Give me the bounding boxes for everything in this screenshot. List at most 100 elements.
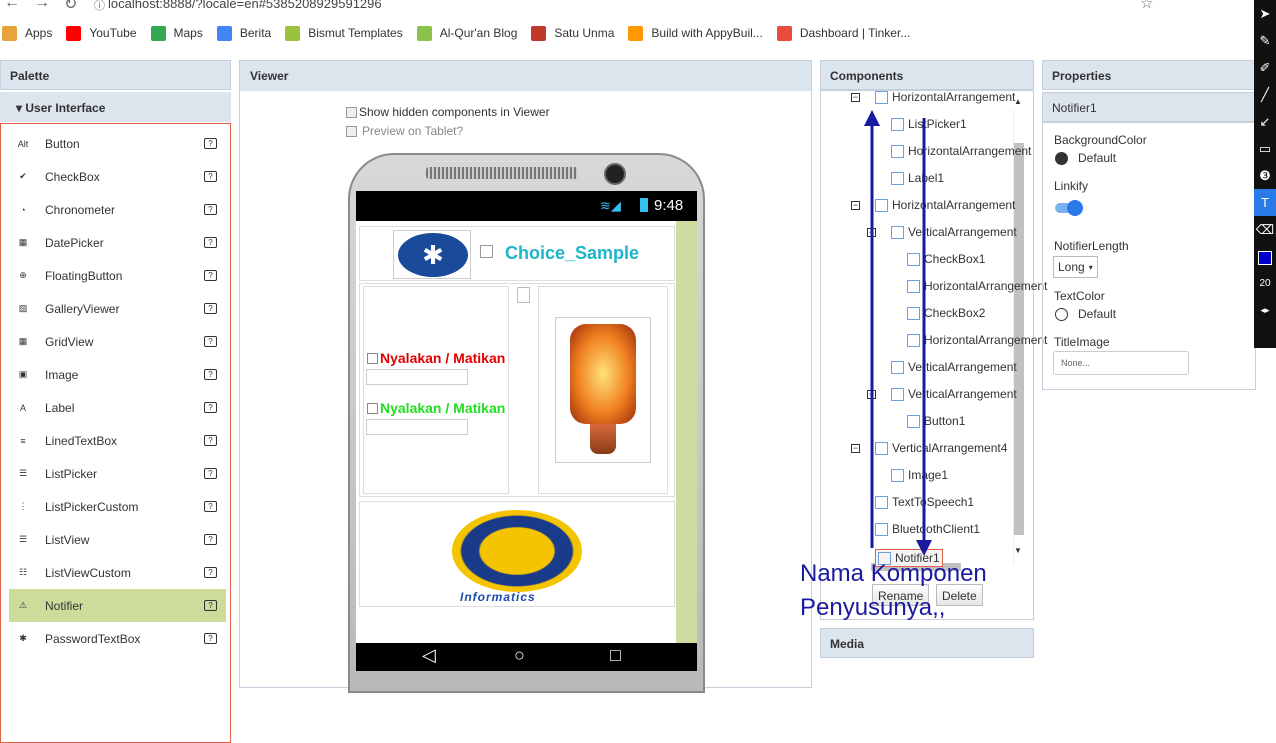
help-icon[interactable]: ? xyxy=(204,534,217,545)
phone-screen: ≋◢ 9:48 ✱ Choice_Sample Nyalakan / Matik… xyxy=(356,191,697,671)
highlighter-icon[interactable]: ✐ xyxy=(1254,54,1276,81)
info-icon[interactable]: ⓘ xyxy=(94,0,105,13)
help-icon[interactable]: ? xyxy=(204,336,217,347)
palette-item-galleryviewer[interactable]: ▨ GalleryViewer? xyxy=(9,292,226,325)
palette-item-label: Notifier xyxy=(45,598,84,613)
properties-body: BackgroundColor Default Linkify Notifier… xyxy=(1042,122,1256,390)
title-image-field[interactable]: None... xyxy=(1053,351,1189,375)
header-arrangement: ✱ Choice_Sample xyxy=(359,226,675,281)
palette-item-listviewcustom[interactable]: ☷ ListViewCustom? xyxy=(9,556,226,589)
palette-item-datepicker[interactable]: ▦ DatePicker? xyxy=(9,226,226,259)
collapse-toggle-icon[interactable]: − xyxy=(851,93,860,102)
help-icon[interactable]: ? xyxy=(204,501,217,512)
counter-icon[interactable]: ❸ xyxy=(1254,162,1276,189)
text-tool-icon[interactable]: T xyxy=(1254,189,1276,216)
background-color-picker[interactable]: Default xyxy=(1055,151,1116,165)
palette-item-checkbox[interactable]: ✔ CheckBox? xyxy=(9,160,226,193)
palette-item-chronometer[interactable]: ◔ Chronometer? xyxy=(9,193,226,226)
palette-item-listpicker[interactable]: ☰ ListPicker? xyxy=(9,457,226,490)
help-icon[interactable]: ? xyxy=(204,138,217,149)
button1-image[interactable] xyxy=(555,317,651,463)
reload-icon[interactable]: ↻ xyxy=(64,0,77,14)
help-icon[interactable]: ? xyxy=(204,303,217,314)
palette-item-linedtextbox[interactable]: ≡ LinedTextBox? xyxy=(9,424,226,457)
stroke-size[interactable]: 20 xyxy=(1254,270,1276,297)
help-icon[interactable]: ? xyxy=(204,468,217,479)
bookmark-item[interactable]: Al-Qur'an Blog xyxy=(416,25,517,41)
bookmark-item[interactable]: Maps xyxy=(150,25,203,41)
preview-tablet-checkbox[interactable]: Preview on Tablet? xyxy=(346,124,463,138)
header-checkbox[interactable] xyxy=(480,245,493,258)
text-color-picker[interactable]: Default xyxy=(1055,307,1116,321)
pen-icon[interactable]: ✎ xyxy=(1254,27,1276,54)
palette-item-notifier[interactable]: ⚠ Notifier? xyxy=(9,589,226,622)
recents-nav-icon: □ xyxy=(610,645,621,665)
palette-item-label: GridView xyxy=(45,334,94,349)
help-icon[interactable]: ? xyxy=(204,237,217,248)
back-icon[interactable]: ← xyxy=(4,0,20,12)
logo-caption: Informatics xyxy=(460,590,536,604)
palette-item-listpickercustom[interactable]: ⋮ ListPickerCustom? xyxy=(9,490,226,523)
university-logo-icon xyxy=(452,510,582,592)
help-icon[interactable]: ? xyxy=(204,204,217,215)
help-icon[interactable]: ? xyxy=(204,633,217,644)
url-field[interactable]: localhost:8888/?locale=en#53852089295912… xyxy=(108,0,382,11)
help-icon[interactable]: ? xyxy=(204,435,217,446)
background-color-label: BackgroundColor xyxy=(1054,133,1147,147)
tree-node[interactable]: HorizontalArrangement xyxy=(875,90,1015,104)
button-icon: Alt xyxy=(17,138,29,149)
collapse-toolbar-icon[interactable]: ◂▸ xyxy=(1254,297,1276,324)
palette-item-label: Button xyxy=(45,136,80,151)
palette-item-label: DatePicker xyxy=(45,235,104,250)
arrow-up-head xyxy=(864,110,880,126)
line-icon[interactable]: ╱ xyxy=(1254,81,1276,108)
bookmark-star-icon[interactable]: ☆ xyxy=(1140,0,1153,12)
viewer-panel: Viewer Show hidden components in Viewer … xyxy=(239,60,812,693)
bookmark-item[interactable]: Apps xyxy=(2,25,52,41)
help-icon[interactable]: ? xyxy=(204,171,217,182)
eraser-icon[interactable]: ⌫ xyxy=(1254,216,1276,243)
forward-icon[interactable]: → xyxy=(34,0,50,12)
palette-item-label[interactable]: A Label? xyxy=(9,391,226,424)
palette-section-user-interface[interactable]: ▾ User Interface xyxy=(0,92,231,122)
help-icon[interactable]: ? xyxy=(204,270,217,281)
scroll-down-icon[interactable]: ▼ xyxy=(1014,546,1022,555)
palette-list: Alt Button? ✔ CheckBox? ◔ Chronometer? ▦ DatePi… xyxy=(0,123,231,743)
rectangle-icon[interactable]: ▭ xyxy=(1254,135,1276,162)
title-image-label: TitleImage xyxy=(1054,335,1110,349)
notifier-length-select[interactable]: Long ▾ xyxy=(1053,256,1098,278)
listpicker-icon: ☰ xyxy=(18,468,28,478)
linkify-toggle[interactable] xyxy=(1055,200,1083,216)
password-icon: ✱ xyxy=(19,633,27,643)
palette-item-gridview[interactable]: ▦ GridView? xyxy=(9,325,226,358)
bookmark-item[interactable]: Dashboard | Tinker... xyxy=(776,25,910,41)
bookmark-item[interactable]: Berita xyxy=(216,25,271,41)
palette-item-button[interactable]: Alt Button? xyxy=(9,127,226,160)
status-bar: ≋◢ 9:48 xyxy=(356,191,697,221)
collapse-toggle-icon[interactable]: − xyxy=(851,444,860,453)
show-hidden-checkbox[interactable]: Show hidden components in Viewer xyxy=(346,105,550,119)
palette-item-listview[interactable]: ☰ ListView? xyxy=(9,523,226,556)
bluetooth-listpicker[interactable]: ✱ xyxy=(393,230,471,279)
help-icon[interactable]: ? xyxy=(204,369,217,380)
palette-item-label: PasswordTextBox xyxy=(45,631,141,646)
arrow-tool-icon[interactable]: ↙ xyxy=(1254,108,1276,135)
properties-panel: Properties Notifier1 BackgroundColor Def… xyxy=(1042,60,1256,390)
palette-item-image[interactable]: ▣ Image? xyxy=(9,358,226,391)
checkbox2[interactable]: Nyalakan / Matikan xyxy=(367,400,505,416)
help-icon[interactable]: ? xyxy=(204,402,217,413)
bookmark-item[interactable]: Satu Unma xyxy=(531,25,614,41)
bookmark-item[interactable]: YouTube xyxy=(66,25,137,41)
palette-item-floatingbutton[interactable]: ⊕ FloatingButton? xyxy=(9,259,226,292)
color-picker[interactable] xyxy=(1254,243,1276,270)
help-icon[interactable]: ? xyxy=(204,567,217,578)
collapse-toggle-icon[interactable]: − xyxy=(851,201,860,210)
palette-item-label: ListPicker xyxy=(45,466,98,481)
bookmark-item[interactable]: Bismut Templates xyxy=(285,25,403,41)
palette-item-passwordtextbox[interactable]: ✱ PasswordTextBox? xyxy=(9,622,226,655)
cursor-icon[interactable]: ➤ xyxy=(1254,0,1276,27)
bookmark-item[interactable]: Build with AppyBuil... xyxy=(628,25,763,41)
address-bar: ← → ↻ ⓘ localhost:8888/?locale=en#538520… xyxy=(0,0,1276,18)
help-icon[interactable]: ? xyxy=(204,600,217,611)
checkbox1[interactable]: Nyalakan / Matikan xyxy=(367,350,505,366)
